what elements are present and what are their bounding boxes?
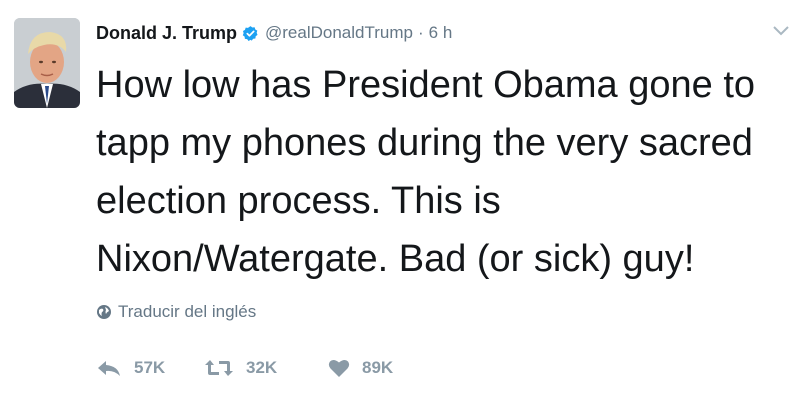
- like-button[interactable]: 89K: [328, 358, 393, 378]
- reply-button[interactable]: 57K: [96, 358, 204, 378]
- avatar[interactable]: [14, 18, 80, 108]
- chevron-down-icon[interactable]: [770, 22, 792, 40]
- tweet-header: Donald J. Trump @realDonaldTrump · 6 h: [96, 20, 452, 46]
- translate-label: Traducir del inglés: [118, 302, 257, 321]
- translate-link[interactable]: Traducir del inglés: [96, 302, 256, 322]
- retweet-count: 32K: [246, 358, 278, 377]
- author-name[interactable]: Donald J. Trump: [96, 23, 237, 44]
- author-handle[interactable]: @realDonaldTrump: [265, 23, 413, 43]
- like-count: 89K: [362, 358, 394, 377]
- reply-count: 57K: [134, 358, 166, 377]
- retweet-button[interactable]: 32K: [204, 358, 328, 378]
- tweet-actions: 57K 32K 89K: [96, 358, 393, 378]
- verified-badge-icon: [242, 25, 259, 42]
- tweet-timestamp[interactable]: 6 h: [429, 23, 453, 43]
- retweet-icon: [204, 358, 234, 378]
- tweet-text: How low has President Obama gone to tapp…: [96, 64, 756, 280]
- tweet-card: Donald J. Trump @realDonaldTrump · 6 h H…: [0, 0, 800, 400]
- globe-icon: [96, 304, 112, 320]
- avatar-portrait: [14, 18, 80, 108]
- header-separator: ·: [417, 23, 424, 42]
- reply-arrow-icon: [96, 359, 122, 377]
- heart-icon: [328, 358, 350, 378]
